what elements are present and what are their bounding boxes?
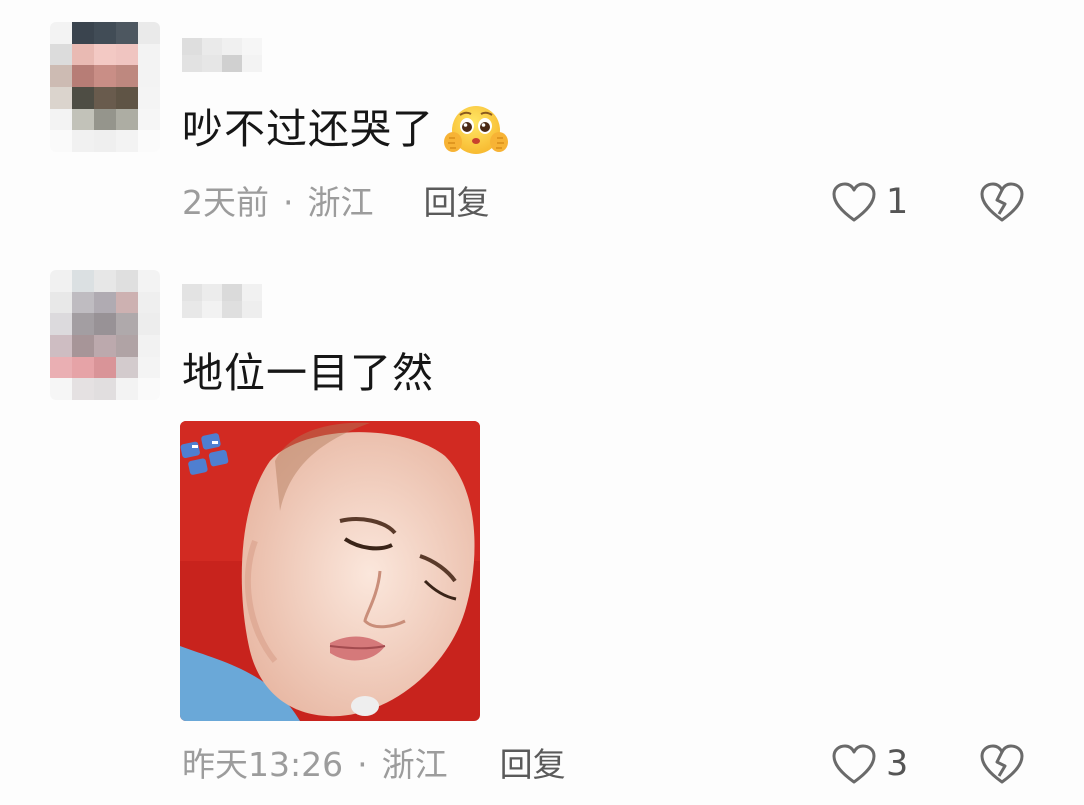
- heart-outline-icon: [832, 182, 876, 222]
- comment-text-row: 吵不过还哭了: [182, 100, 512, 158]
- comment-meta: 昨天13:26 · 浙江 回复: [182, 745, 566, 785]
- comment-meta: 2天前 · 浙江 回复: [182, 183, 490, 223]
- heart-outline-icon: [832, 744, 876, 784]
- like-button[interactable]: 1: [830, 180, 908, 224]
- comment-text: 吵不过还哭了: [182, 105, 434, 153]
- meta-separator: ·: [283, 183, 294, 222]
- comment-location: 浙江: [381, 745, 448, 784]
- meta-separator: ·: [357, 745, 368, 784]
- comment-text: 地位一目了然: [182, 349, 434, 397]
- reply-button[interactable]: 回复: [500, 745, 566, 785]
- like-button[interactable]: 3: [830, 742, 908, 786]
- like-count: 1: [886, 182, 909, 222]
- broken-heart-icon: [980, 182, 1024, 222]
- pleading-face-emoji: [444, 106, 508, 154]
- sticker-image-art: [180, 421, 480, 721]
- broken-heart-icon: [980, 744, 1024, 784]
- sticker-image[interactable]: [180, 421, 480, 721]
- comment-item: 吵不过还哭了 2天前 · 浙江 回复 1: [0, 0, 1084, 250]
- comment-item: 地位一目了然 昨天13:26 · 浙江 回复 3: [0, 250, 1084, 805]
- like-count: 3: [886, 744, 909, 784]
- comment-time: 2天前: [182, 183, 269, 222]
- avatar[interactable]: [50, 22, 160, 152]
- reply-button[interactable]: 回复: [424, 183, 490, 223]
- comment-time: 昨天13:26: [182, 745, 344, 784]
- comment-text-row: 地位一目了然: [182, 348, 434, 398]
- username[interactable]: [182, 284, 262, 318]
- username[interactable]: [182, 38, 262, 72]
- comment-location: 浙江: [307, 183, 374, 222]
- dislike-button[interactable]: [977, 180, 1027, 228]
- dislike-button[interactable]: [977, 742, 1027, 790]
- avatar[interactable]: [50, 270, 160, 400]
